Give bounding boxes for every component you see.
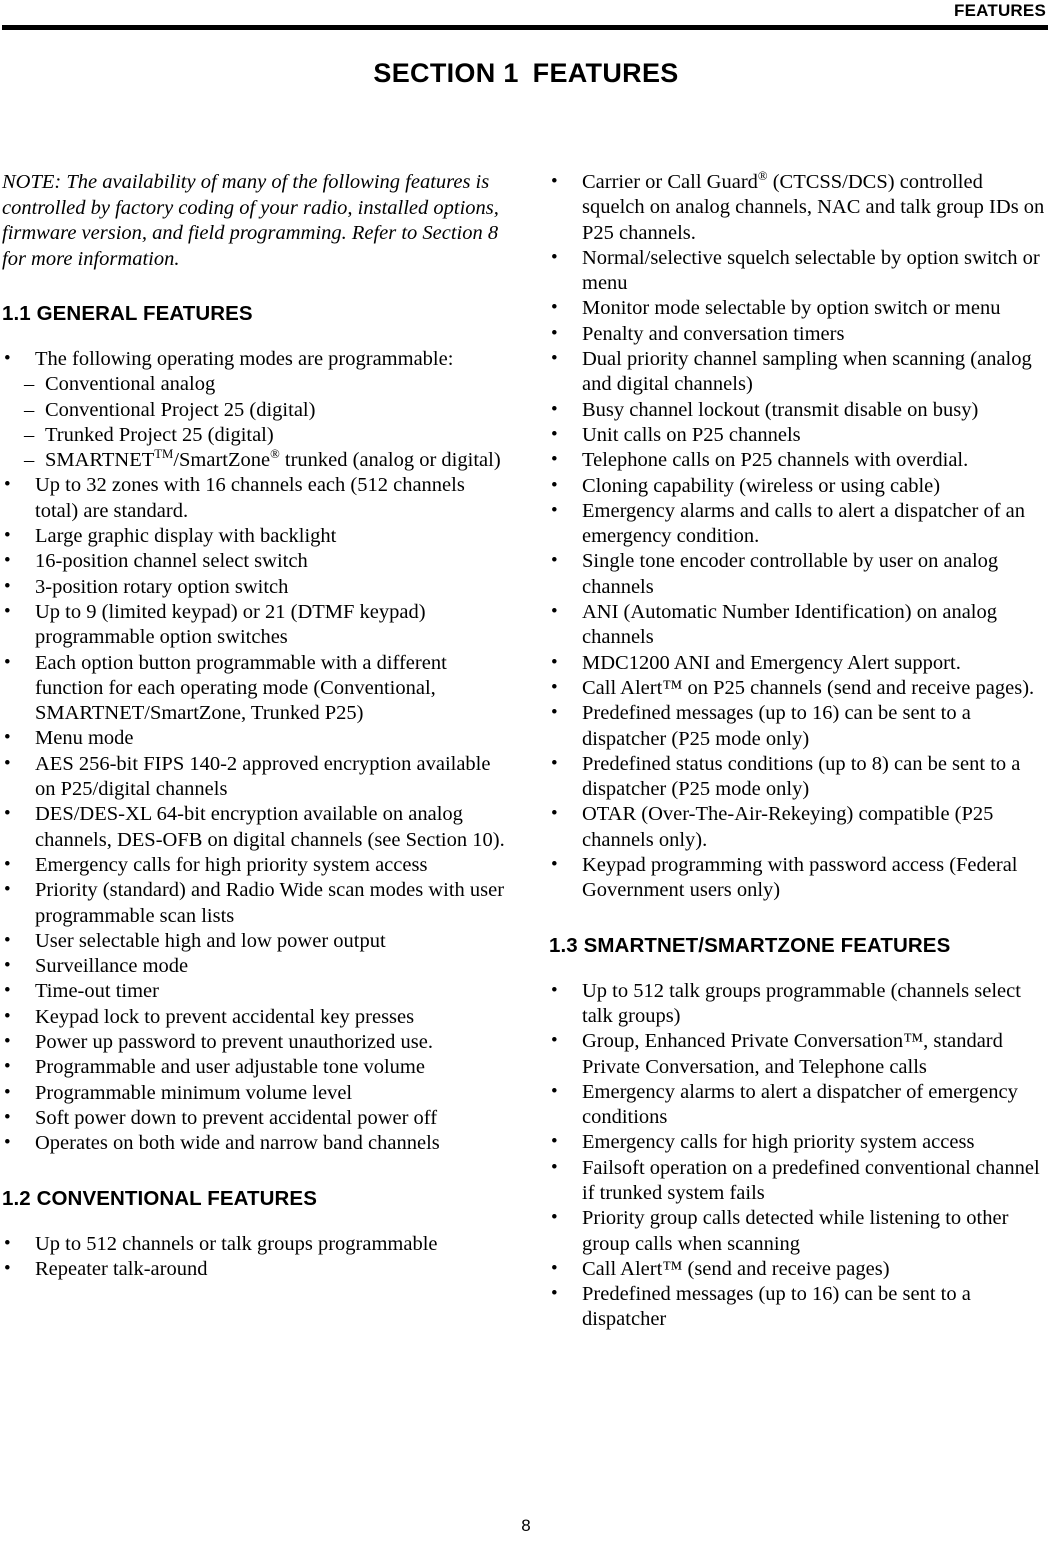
smartnet-name: SMARTNET — [45, 449, 155, 472]
list-item: DES/DES-XL 64-bit encryption available o… — [2, 801, 507, 853]
list-item: Conventional analog — [24, 372, 507, 398]
list-item: OTAR (Over-The-Air-Rekeying) compatible … — [549, 801, 1049, 853]
list-item: Predefined messages (up to 16) can be se… — [549, 700, 1049, 752]
list-item: Operates on both wide and narrow band ch… — [2, 1130, 507, 1156]
list-item: Large graphic display with backlight — [2, 523, 507, 549]
list-item: Keypad lock to prevent accidental key pr… — [2, 1004, 507, 1030]
list-item: Cloning capability (wireless or using ca… — [549, 473, 1049, 499]
list-item: Failsoft operation on a predefined conve… — [549, 1155, 1049, 1207]
list-item: 3-position rotary option switch — [2, 574, 507, 600]
list-item: Group, Enhanced Private Conversation™, s… — [549, 1028, 1049, 1080]
list-item: SMARTNETTM/SmartZone® trunked (analog or… — [24, 447, 507, 474]
list-item: Carrier or Call Guard® (CTCSS/DCS) contr… — [549, 169, 1049, 246]
section-number: SECTION 1 — [373, 58, 519, 88]
right-column: Carrier or Call Guard® (CTCSS/DCS) contr… — [549, 169, 1049, 1333]
list-item: Emergency calls for high priority system… — [549, 1129, 1049, 1155]
list-item: Programmable and user adjustable tone vo… — [2, 1054, 507, 1080]
conventional-features-list-part2: Carrier or Call Guard® (CTCSS/DCS) contr… — [549, 169, 1049, 904]
list-item: Penalty and conversation timers — [549, 321, 1049, 347]
list-item: Soft power down to prevent accidental po… — [2, 1105, 507, 1131]
conventional-features-list-part1: Up to 512 channels or talk groups progra… — [2, 1230, 507, 1283]
list-item: MDC1200 ANI and Emergency Alert support. — [549, 650, 1049, 676]
section-name: FEATURES — [532, 58, 679, 88]
list-item: Each option button programmable with a d… — [2, 650, 507, 727]
list-item: Power up password to prevent unauthorize… — [2, 1029, 507, 1055]
smartnet-features-list: Up to 512 talk groups programmable (chan… — [549, 978, 1049, 1333]
list-item: ANI (Automatic Number Identification) on… — [549, 599, 1049, 651]
list-item: AES 256-bit FIPS 140-2 approved encrypti… — [2, 751, 507, 803]
trademark-superscript: TM — [154, 447, 174, 462]
list-item: Predefined status conditions (up to 8) c… — [549, 751, 1049, 803]
header-rule — [2, 25, 1048, 30]
registered-superscript: ® — [270, 447, 280, 462]
list-item: The following operating modes are progra… — [2, 346, 507, 474]
registered-superscript: ® — [757, 169, 768, 184]
list-item: Call Alert™ on P25 channels (send and re… — [549, 675, 1049, 701]
list-item: Emergency alarms to alert a dispatcher o… — [549, 1079, 1049, 1131]
list-item: Single tone encoder controllable by user… — [549, 548, 1049, 600]
list-item: Up to 9 (limited keypad) or 21 (DTMF key… — [2, 599, 507, 651]
list-item: Time-out timer — [2, 978, 507, 1004]
list-item: Up to 512 channels or talk groups progra… — [2, 1230, 507, 1257]
smartzone-trailing-text: trunked (analog or digital) — [279, 449, 501, 472]
list-item: Call Alert™ (send and receive pages) — [549, 1256, 1049, 1282]
list-item: Menu mode — [2, 725, 507, 751]
general-features-list: The following operating modes are progra… — [2, 346, 507, 1157]
list-item: Keypad programming with password access … — [549, 852, 1049, 904]
smartzone-name: /SmartZone — [173, 449, 271, 472]
page-header: FEATURES — [2, 0, 1048, 34]
heading-general-features: 1.1 GENERAL FEATURES — [2, 302, 253, 325]
operating-modes-sublist: Conventional analog Conventional Project… — [24, 372, 507, 474]
list-item: Emergency calls for high priority system… — [2, 852, 507, 878]
call-guard-text: Carrier or Call Guard — [582, 171, 758, 193]
list-item: Normal/selective squelch selectable by o… — [549, 245, 1049, 297]
left-column: NOTE: The availability of many of the fo… — [2, 170, 507, 1282]
list-item: Busy channel lockout (transmit disable o… — [549, 397, 1049, 423]
list-item: Trunked Project 25 (digital) — [24, 423, 507, 449]
list-item: Repeater talk-around — [2, 1256, 507, 1282]
list-item: Emergency alarms and calls to alert a di… — [549, 498, 1049, 550]
list-item: Conventional Project 25 (digital) — [24, 398, 507, 424]
list-item: Surveillance mode — [2, 953, 507, 979]
list-item: User selectable high and low power outpu… — [2, 928, 507, 954]
page-title: SECTION 1 FEATURES — [0, 58, 1052, 89]
list-item: Dual priority channel sampling when scan… — [549, 346, 1049, 398]
availability-note: NOTE: The availability of many of the fo… — [2, 171, 499, 270]
list-item: Up to 32 zones with 16 channels each (51… — [2, 472, 507, 524]
list-item: Programmable minimum volume level — [2, 1080, 507, 1106]
list-item: Priority (standard) and Radio Wide scan … — [2, 877, 507, 929]
list-item: Up to 512 talk groups programmable (chan… — [549, 978, 1049, 1030]
heading-conventional-features: 1.2 CONVENTIONAL FEATURES — [2, 1186, 317, 1210]
heading-smartnet-features: 1.3 SMARTNET/SMARTZONE FEATURES — [549, 933, 951, 957]
list-item: 16-position channel select switch — [2, 548, 507, 574]
page-number: 8 — [521, 1516, 531, 1535]
list-item: Unit calls on P25 channels — [549, 422, 1049, 448]
list-item: Predefined messages (up to 16) can be se… — [549, 1281, 1049, 1333]
list-item-text: The following operating modes are progra… — [35, 348, 454, 370]
list-item: Monitor mode selectable by option switch… — [549, 295, 1049, 321]
running-header-title: FEATURES — [954, 1, 1046, 20]
list-item: Telephone calls on P25 channels with ove… — [549, 447, 1049, 473]
list-item: Priority group calls detected while list… — [549, 1205, 1049, 1257]
